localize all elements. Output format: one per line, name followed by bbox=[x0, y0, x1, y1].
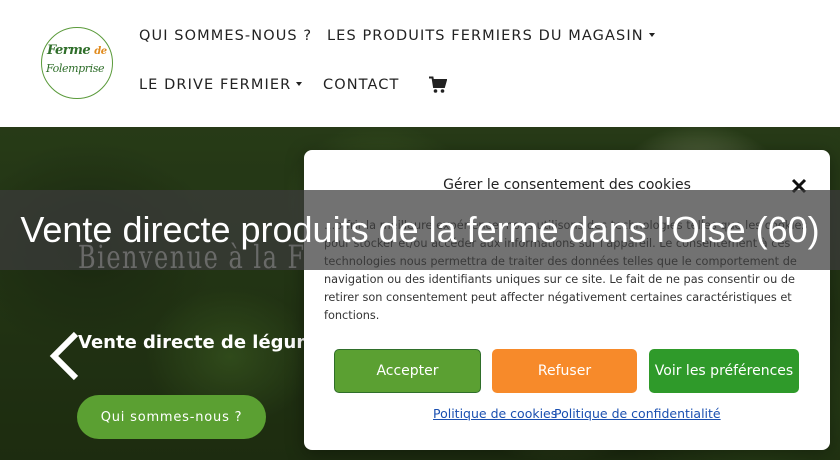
chevron-left-icon[interactable] bbox=[48, 330, 82, 382]
logo-text-line2: Folemprise bbox=[46, 62, 105, 75]
page-title-banner: Vente directe produits de la ferme dans … bbox=[0, 190, 840, 270]
cookie-policy-link[interactable]: Politique de cookies bbox=[433, 406, 557, 421]
accept-button[interactable]: Accepter bbox=[334, 349, 481, 393]
hero-subtitle: Vente directe de légumes bbox=[78, 332, 339, 353]
site-logo[interactable]: Ferme de Folemprise bbox=[41, 27, 113, 99]
nav-item-produits-fermiers[interactable]: LES PRODUITS FERMIERS DU MAGASIN bbox=[327, 28, 655, 44]
caret-down-icon bbox=[648, 32, 655, 37]
site-header: Ferme de Folemprise QUI SOMMES-NOUS ? LE… bbox=[0, 0, 840, 127]
view-preferences-button[interactable]: Voir les préférences bbox=[649, 349, 799, 393]
logo-text-line1: Ferme de bbox=[47, 43, 107, 58]
nav-item-drive-fermier[interactable]: LE DRIVE FERMIER bbox=[139, 77, 303, 93]
privacy-policy-link[interactable]: Politique de confidentialité bbox=[554, 406, 721, 421]
nav-item-qui-sommes-nous[interactable]: QUI SOMMES-NOUS ? bbox=[139, 28, 312, 44]
caret-down-icon bbox=[296, 81, 303, 86]
shopping-cart-icon[interactable] bbox=[429, 76, 447, 94]
nav-item-contact[interactable]: CONTACT bbox=[323, 77, 399, 93]
qui-sommes-nous-button[interactable]: Qui sommes-nous ? bbox=[77, 395, 266, 439]
page-title: Vente directe produits de la ferme dans … bbox=[20, 209, 820, 250]
refuse-button[interactable]: Refuser bbox=[492, 349, 637, 393]
